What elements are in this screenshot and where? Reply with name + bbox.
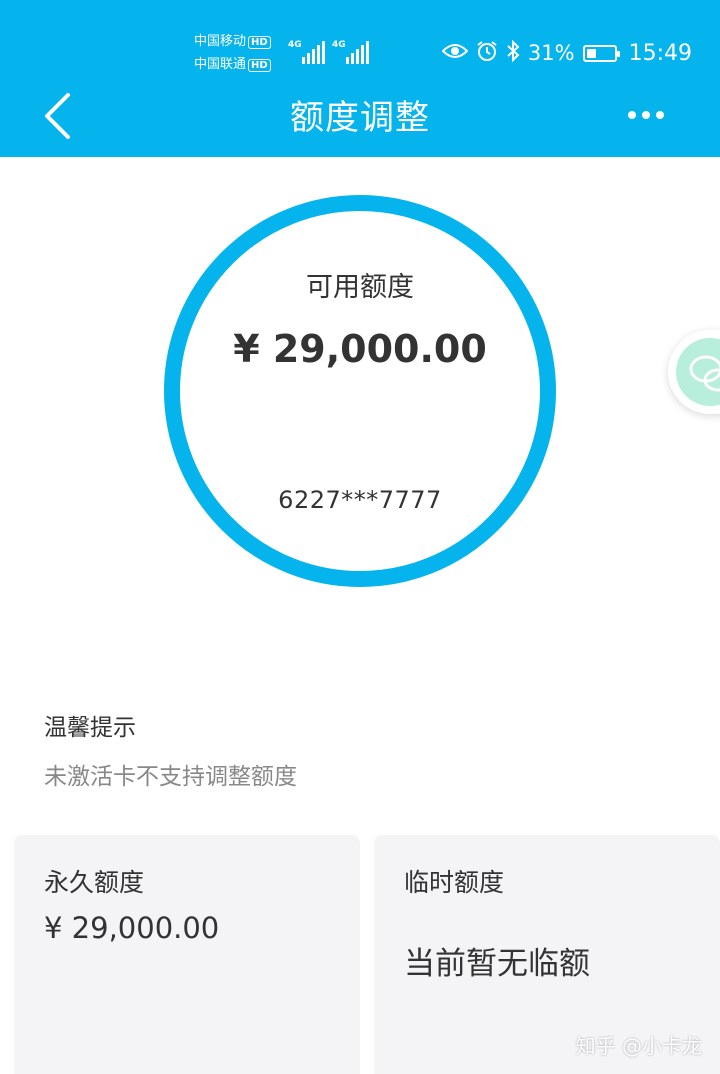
wechat-icon — [676, 338, 720, 406]
status-bar: 中国移动 HD 中国联通 HD 4G 4G 31% 15:49 — [0, 0, 720, 80]
carrier-1-name: 中国移动 — [194, 34, 247, 49]
carrier-2-name: 中国联通 — [194, 57, 247, 72]
network-type-1: 4G — [288, 40, 302, 50]
carrier-1: 中国移动 HD — [194, 34, 271, 49]
network-type-2: 4G — [332, 40, 346, 50]
signal-icon-2: 4G — [332, 40, 370, 64]
wechat-share-button[interactable] — [668, 330, 720, 414]
credit-ring — [164, 195, 556, 587]
temporary-credit-label: 临时额度 — [404, 868, 505, 897]
carrier-2: 中国联通 HD — [194, 57, 271, 72]
status-right: 31% 15:49 — [441, 36, 692, 70]
card-number: 6227***7777 — [278, 486, 442, 514]
permanent-credit-label: 永久额度 — [44, 868, 145, 897]
available-credit-label: 可用额度 — [306, 272, 414, 303]
temporary-credit-status: 当前暂无临额 — [404, 946, 590, 982]
tips-text: 未激活卡不支持调整额度 — [44, 764, 297, 790]
battery-icon — [582, 44, 620, 62]
battery-percent: 31% — [527, 41, 575, 65]
bluetooth-icon — [506, 39, 520, 67]
more-dots-icon — [628, 111, 636, 119]
available-credit-amount: ¥ 29,000.00 — [233, 327, 487, 371]
alarm-icon — [476, 40, 498, 67]
top-header: 中国移动 HD 中国联通 HD 4G 4G 31% 15:49 额度调整 — [0, 0, 720, 157]
eye-icon — [441, 41, 469, 65]
permanent-credit-card[interactable]: 永久额度 ¥ 29,000.00 — [14, 835, 360, 1074]
signal-icon-1: 4G — [288, 40, 326, 64]
clock-time: 15:49 — [628, 40, 692, 66]
hd-badge-1: HD — [248, 36, 271, 49]
tips-title: 温馨提示 — [44, 715, 136, 741]
page-title: 额度调整 — [290, 98, 430, 138]
permanent-credit-amount: ¥ 29,000.00 — [44, 911, 220, 945]
watermark: 知乎 @小卡龙 — [575, 1034, 702, 1058]
more-button[interactable] — [620, 100, 672, 130]
hd-badge-2: HD — [248, 59, 271, 72]
